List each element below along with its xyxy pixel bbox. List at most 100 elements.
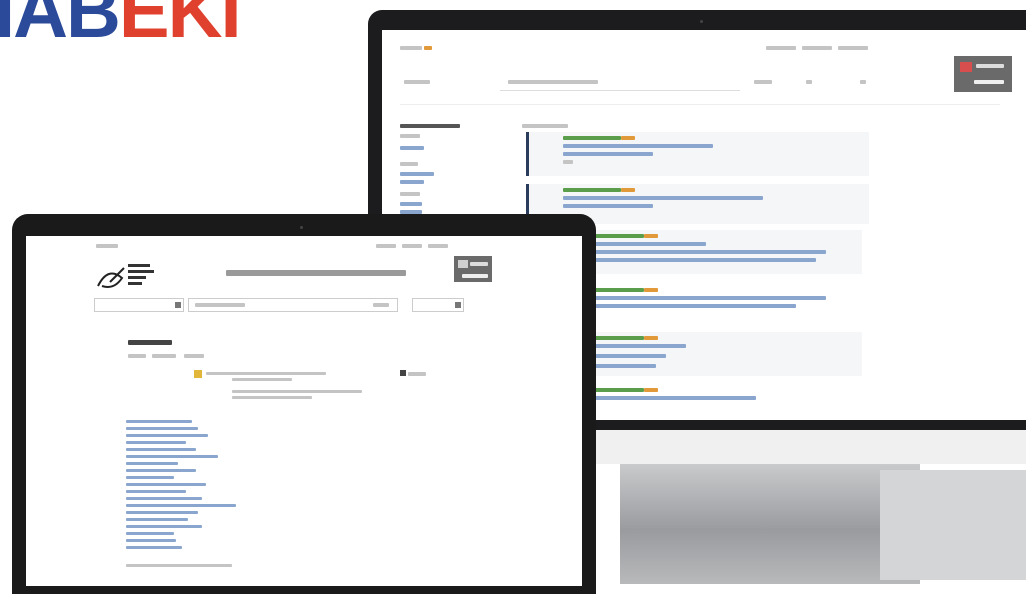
monitor-result-card[interactable] [582,384,862,414]
logo-blue-part: IAB [0,0,121,54]
laptop-tab-1[interactable] [128,354,146,358]
laptop-search-scope[interactable] [94,298,184,312]
laptop-footer [126,564,232,567]
book-description [232,396,312,399]
laptop-tab-3[interactable] [184,354,204,358]
result-title[interactable] [586,344,686,348]
result-title[interactable] [563,144,713,148]
monitor-stand [620,464,920,584]
monitor-sidebar-item[interactable] [400,146,424,150]
list-item[interactable] [126,476,174,479]
result-subtitle[interactable] [563,152,653,156]
list-item[interactable] [126,504,236,507]
book-badge-label [408,372,426,376]
result-tag-accent [644,288,658,292]
result-title[interactable] [563,196,763,200]
list-item[interactable] [126,469,196,472]
result-title[interactable] [586,396,756,400]
list-item[interactable] [126,525,202,528]
list-item[interactable] [126,462,178,465]
list-item[interactable] [126,511,198,514]
laptop-account-button[interactable] [462,274,488,278]
list-item[interactable] [126,483,206,486]
result-title[interactable] [586,296,826,300]
result-title[interactable] [586,242,706,246]
monitor-sidebar-title [400,124,460,128]
result-meta [563,160,573,164]
laptop-search-placeholder [195,303,245,307]
result-tag-accent [644,388,658,392]
list-item[interactable] [126,441,186,444]
list-item[interactable] [126,420,192,423]
monitor-sidebar-item[interactable] [400,172,434,176]
laptop-brand[interactable] [96,244,118,248]
monitor-filter-1[interactable] [754,80,772,84]
monitor-divider [400,104,1000,105]
monitor-sidebar-item[interactable] [400,180,424,184]
monitor-sidebar-item[interactable] [400,202,422,206]
laptop-camera [300,226,303,229]
monitor-header-link-3[interactable] [838,46,868,50]
monitor-results-heading [522,124,568,128]
laptop-screen [26,236,582,586]
book-description [206,372,326,375]
monitor-result-card[interactable] [582,284,862,318]
monitor-sidebar-item[interactable] [400,192,420,196]
laptop-section-title [128,340,172,345]
laptop-search-input[interactable] [188,298,398,312]
monitor-account-label [976,64,1004,68]
laptop-search-button[interactable] [412,298,464,312]
laptop-account-box[interactable] [454,256,492,282]
laptop-header-link-3[interactable] [428,244,448,248]
result-subtitle[interactable] [586,364,656,368]
monitor-search-input[interactable] [500,74,740,91]
monitor-sidebar-item[interactable] [400,162,418,166]
laptop-site-logo[interactable] [94,256,174,292]
logo-red-part: EKI [118,0,242,54]
result-tag [563,136,621,140]
laptop-header-link-1[interactable] [376,244,396,248]
list-item[interactable] [126,539,176,542]
book-description [232,390,362,393]
laptop-header-link-2[interactable] [402,244,422,248]
list-item[interactable] [126,427,198,430]
monitor-brand[interactable] [400,46,422,50]
list-item[interactable] [126,434,208,437]
monitor-account-box[interactable] [954,56,1012,92]
book-description [232,378,292,381]
monitor-result-card[interactable] [582,230,862,274]
monitor-filter-3[interactable] [860,80,866,84]
result-subtitle[interactable] [586,250,826,254]
monitor-result-card[interactable] [526,132,869,176]
result-subtitle[interactable] [586,354,666,358]
monitor-result-card[interactable] [582,332,862,376]
laptop-site-title [226,270,406,276]
laptop-tab-2[interactable] [152,354,176,358]
monitor-sidebar-item[interactable] [400,134,420,138]
list-item[interactable] [126,546,182,549]
monitor-base-shadow [880,470,1026,580]
monitor-account-icon [960,62,972,72]
list-item[interactable] [126,497,202,500]
monitor-camera [700,20,703,23]
list-item[interactable] [126,455,218,458]
list-item[interactable] [126,448,196,451]
result-subtitle[interactable] [563,204,653,208]
result-subtitle[interactable] [586,258,816,262]
book-cover-icon [194,370,202,378]
laptop-search-option[interactable] [373,303,389,307]
result-subtitle[interactable] [586,304,796,308]
monitor-filter-2[interactable] [806,80,812,84]
search-icon [455,302,461,308]
monitor-account-button[interactable] [974,80,1004,84]
result-tag-accent [621,188,635,192]
list-item[interactable] [126,490,186,493]
list-item[interactable] [126,532,174,535]
list-item[interactable] [126,518,188,521]
monitor-brand-accent [424,46,432,50]
monitor-header-link-1[interactable] [766,46,796,50]
logo: IABEKI [0,0,242,50]
site-logo-icon [97,264,154,288]
result-tag-accent [644,234,658,238]
monitor-header-link-2[interactable] [802,46,832,50]
